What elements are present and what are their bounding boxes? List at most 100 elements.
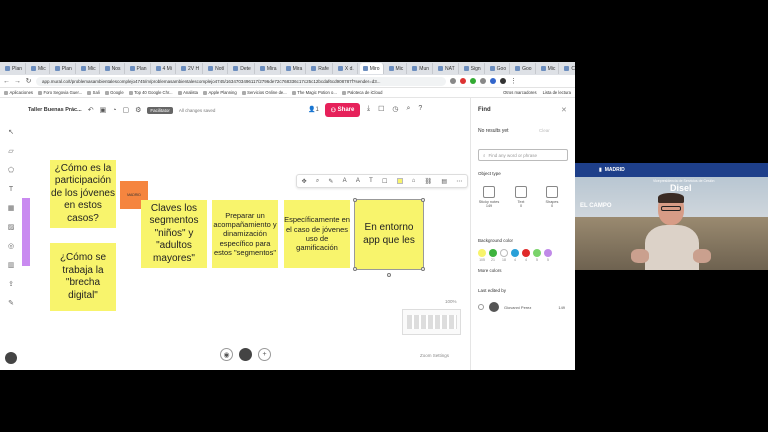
- color-filter[interactable]: 21: [489, 249, 497, 262]
- clock-icon[interactable]: ◷: [392, 105, 398, 113]
- browser-tab[interactable]: NAT: [435, 63, 459, 74]
- comments-icon[interactable]: ☐: [378, 105, 384, 113]
- type-shapes[interactable]: Shapes 0: [541, 186, 563, 212]
- pointer-icon[interactable]: ↖: [6, 128, 16, 138]
- close-icon[interactable]: ✕: [561, 106, 567, 114]
- browser-tab[interactable]: Plan: [127, 63, 151, 74]
- zoom-level[interactable]: 100%: [445, 299, 457, 304]
- facilitator-badge[interactable]: Facilitator: [147, 106, 173, 114]
- browser-tab[interactable]: 2V H: [178, 63, 204, 74]
- timer-icon[interactable]: ◔: [112, 107, 116, 114]
- settings-icon[interactable]: ⚙: [135, 106, 141, 114]
- undo-icon[interactable]: ↶: [88, 106, 94, 114]
- clear-button[interactable]: Clear: [539, 128, 550, 133]
- move-icon[interactable]: ✥: [302, 178, 307, 185]
- reload-icon[interactable]: ↻: [25, 77, 32, 85]
- color-filter[interactable]: 4: [511, 249, 519, 262]
- extension-icon[interactable]: [480, 78, 486, 84]
- bookmark-item[interactable]: Google: [104, 90, 124, 95]
- sticky-note[interactable]: Claves los segmentos "niños" y "adultos …: [141, 200, 207, 268]
- browser-tab[interactable]: Mira: [283, 63, 307, 74]
- url-field[interactable]: app.mural.co/t/problemasambientalescompl…: [36, 76, 446, 86]
- camera-icon[interactable]: ◉: [220, 348, 233, 361]
- search-icon[interactable]: ⌕: [407, 105, 411, 113]
- share-button[interactable]: ⚇ Share: [325, 103, 360, 117]
- extension-icon[interactable]: [490, 78, 496, 84]
- download-icon[interactable]: ⤓: [367, 105, 370, 113]
- bottom-left-avatar[interactable]: [5, 352, 17, 364]
- comment-icon[interactable]: ▤: [441, 178, 447, 185]
- browser-tab[interactable]: 4 Mi: [153, 63, 176, 74]
- bookmark-item[interactable]: Foro Segovia Guer...: [38, 90, 82, 95]
- shapes-icon[interactable]: ⬠: [6, 166, 16, 176]
- text-icon[interactable]: T: [369, 178, 373, 184]
- color-filter[interactable]: 105: [478, 249, 486, 262]
- color-filter[interactable]: 5: [533, 249, 541, 262]
- color-filter[interactable]: 4: [522, 249, 530, 262]
- browser-tab[interactable]: Plan: [2, 63, 27, 74]
- board-title[interactable]: Taller Buenas Prác...: [28, 107, 82, 113]
- help-icon[interactable]: ?: [418, 105, 422, 113]
- browser-tab[interactable]: Notí: [205, 63, 229, 74]
- editor-filter[interactable]: Giovanni Perez 149: [478, 302, 565, 312]
- bookmark-folder[interactable]: Lista de lectura: [543, 90, 571, 95]
- sticky-note[interactable]: ¿Cómo se trabaja la "brecha digital": [50, 243, 116, 311]
- chat-icon[interactable]: ▢: [122, 106, 129, 114]
- browser-tab[interactable]: Mira: [257, 63, 281, 74]
- link-icon[interactable]: ⛓: [425, 178, 433, 185]
- color-swatch[interactable]: [396, 178, 403, 184]
- browser-tab[interactable]: Goo: [512, 63, 536, 74]
- color-filter[interactable]: 5: [544, 249, 552, 262]
- collaborators-icon[interactable]: 👤1: [308, 106, 319, 113]
- zoom-settings[interactable]: Zoom Settings: [420, 353, 449, 358]
- browser-tab[interactable]: Dete: [230, 63, 255, 74]
- bookmark-item[interactable]: Aplicaciones: [4, 90, 33, 95]
- bookmark-item[interactable]: Paloteca de iCloud: [341, 90, 382, 95]
- browser-tab[interactable]: Rafe: [308, 63, 333, 74]
- extension-icon[interactable]: [450, 78, 456, 84]
- minimap[interactable]: [402, 309, 461, 335]
- browser-tab[interactable]: Mic: [78, 63, 100, 74]
- bookmark-item[interactable]: Top 40 Google Chr...: [128, 90, 173, 95]
- editor-radio[interactable]: [478, 304, 484, 310]
- sticky-note-icon[interactable]: ▱: [6, 147, 16, 157]
- type-sticky-notes[interactable]: Sticky notes 149: [478, 186, 500, 212]
- bookmark-item[interactable]: Servicios Online de...: [241, 90, 287, 95]
- browser-tab[interactable]: Miro: [359, 63, 384, 74]
- find-input[interactable]: ⌕ Find any word or phrase: [478, 149, 568, 161]
- browser-tab[interactable]: Mic: [538, 63, 560, 74]
- sticky-note[interactable]: Preparar un acompañamiento y dinamizació…: [212, 200, 278, 268]
- tag-icon[interactable]: ⌂: [412, 178, 416, 184]
- rotate-handle[interactable]: [387, 273, 391, 277]
- bookmark-item[interactable]: Sali: [87, 90, 100, 95]
- image-icon[interactable]: ▨: [6, 223, 16, 233]
- pen-icon[interactable]: ✎: [328, 178, 333, 185]
- resize-handle[interactable]: [421, 198, 425, 202]
- sticky-note[interactable]: Específicamente en el caso de jóvenes us…: [284, 200, 350, 268]
- browser-tab[interactable]: Plan: [52, 63, 76, 74]
- grid-icon[interactable]: ▦: [6, 204, 16, 214]
- browser-tab[interactable]: Mic: [386, 63, 408, 74]
- color-filter[interactable]: 18: [500, 249, 508, 262]
- browser-tab[interactable]: Sign: [461, 63, 485, 74]
- more-colors-link[interactable]: More colors: [478, 268, 502, 273]
- type-text[interactable]: Text 0: [510, 186, 532, 212]
- border-icon[interactable]: ☐: [382, 178, 387, 185]
- draw-icon[interactable]: ✎: [6, 299, 16, 309]
- bookmark-folder[interactable]: Otros marcadores: [503, 90, 537, 95]
- browser-tab[interactable]: X d.: [335, 63, 358, 74]
- bookmark-item[interactable]: Analista: [177, 90, 198, 95]
- resize-handle[interactable]: [353, 198, 357, 202]
- profile-avatar[interactable]: [500, 78, 506, 84]
- frame-icon[interactable]: ▣: [100, 106, 107, 114]
- text-icon[interactable]: T: [6, 185, 16, 195]
- upload-icon[interactable]: ⇪: [6, 280, 16, 290]
- text-format-icon[interactable]: A: [356, 178, 360, 184]
- templates-icon[interactable]: ▥: [6, 261, 16, 271]
- user-avatar[interactable]: [239, 348, 252, 361]
- menu-icon[interactable]: ⋮: [510, 77, 517, 85]
- sticky-note-selected[interactable]: En entorno app que les: [354, 199, 424, 270]
- browser-tab[interactable]: Mun: [409, 63, 434, 74]
- more-icon[interactable]: ⋯: [456, 178, 462, 185]
- browser-tab[interactable]: Nos: [102, 63, 125, 74]
